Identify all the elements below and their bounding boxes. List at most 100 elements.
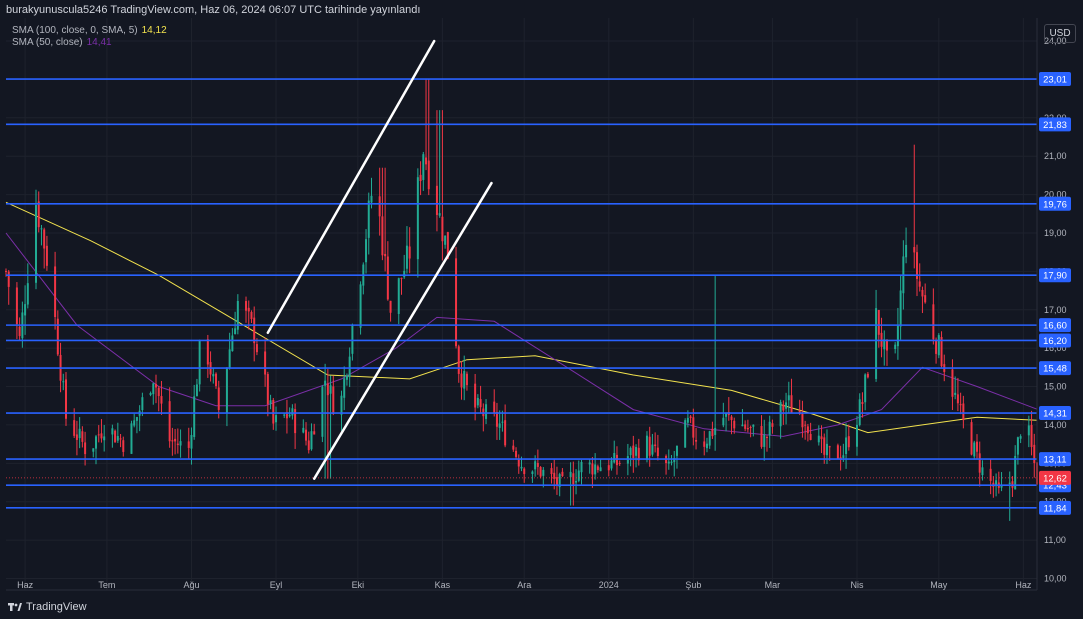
candle-body: [275, 415, 278, 423]
candle-body: [635, 447, 638, 456]
candle-body: [924, 295, 927, 303]
candle-body: [250, 311, 253, 320]
price-tick-label: 17,00: [1044, 305, 1067, 315]
candle-body: [217, 387, 220, 410]
candle-body: [479, 399, 482, 408]
price-tick-label: 11,00: [1044, 535, 1066, 545]
candle-body: [864, 374, 867, 403]
candle-body: [618, 463, 621, 465]
level-label: 17,90: [1043, 271, 1067, 282]
candle-body: [1016, 437, 1019, 455]
time-tick-label: Şub: [685, 580, 701, 590]
candle-body: [825, 443, 828, 456]
candle-body: [7, 271, 10, 287]
candle-body: [266, 374, 269, 405]
candle-body: [215, 373, 218, 387]
candle-body: [855, 424, 858, 447]
price-chart[interactable]: 10,0011,0012,0013,0014,0015,0016,0017,00…: [0, 0, 1083, 619]
candle-body: [553, 472, 556, 479]
candle-body: [81, 431, 84, 442]
candle-body: [975, 441, 978, 452]
time-tick-label: May: [930, 580, 948, 590]
candle-body: [179, 441, 182, 446]
candle-body: [695, 440, 698, 442]
candle-body: [351, 325, 354, 354]
level-label: 16,20: [1043, 336, 1067, 347]
candle-body: [730, 416, 733, 421]
candle-body: [212, 374, 215, 377]
candle-body: [580, 461, 583, 473]
candle-body: [15, 287, 18, 325]
candle-body: [40, 228, 43, 230]
candle-body: [307, 440, 310, 451]
candle-body: [765, 437, 768, 439]
candle-body: [389, 300, 392, 313]
candle-body: [771, 423, 774, 427]
candle-body: [894, 344, 897, 350]
candle-body: [828, 446, 831, 448]
candle-body: [463, 370, 466, 389]
candle-body: [152, 383, 155, 395]
candle-body: [425, 157, 428, 165]
candle-body: [913, 247, 916, 253]
candle-body: [291, 408, 294, 416]
candle-body: [847, 436, 850, 448]
candle-body: [561, 471, 564, 477]
candle-body: [935, 340, 938, 354]
candle-body: [1033, 444, 1036, 464]
candle-body: [591, 463, 594, 475]
candle-body: [569, 471, 572, 478]
candle-body: [531, 471, 534, 474]
candle-body: [329, 385, 332, 394]
candle-body: [632, 445, 635, 458]
candle-body: [809, 433, 812, 440]
candle-body: [648, 436, 651, 456]
candle-body: [326, 383, 329, 396]
candle-body: [455, 258, 458, 347]
candle-body: [686, 417, 689, 423]
currency-button[interactable]: USD: [1044, 24, 1076, 43]
level-label: 11,84: [1043, 503, 1066, 514]
candle-body: [575, 481, 578, 483]
candle-body: [168, 401, 171, 442]
time-tick-label: Eyl: [270, 580, 283, 590]
candle-body: [457, 346, 460, 374]
candle-body: [501, 421, 504, 423]
candle-body: [245, 301, 248, 311]
candle-body: [92, 448, 95, 452]
sma100-legend[interactable]: SMA (100, close, 0, SMA, 5) 14,12: [12, 25, 167, 36]
sma100-label: SMA (100, close, 0, SMA, 5): [12, 25, 138, 36]
candle-body: [427, 160, 430, 190]
candle-body: [896, 324, 899, 347]
candle-body: [155, 384, 158, 388]
candle-body: [269, 400, 272, 404]
tradingview-brand[interactable]: TradingView: [8, 601, 87, 613]
time-tick-label: Mar: [765, 580, 781, 590]
candle-body: [119, 438, 122, 440]
level-label: 16,60: [1043, 321, 1067, 332]
candle-body: [779, 402, 782, 427]
time-axis[interactable]: Haz Tem Ağu Eyl Eki Kas Ara 2024 Şub Mar Nis May Haz: [17, 580, 1032, 590]
candle-body: [35, 205, 38, 283]
candle-body: [615, 454, 618, 466]
candle-body: [384, 253, 387, 257]
candle-body: [610, 460, 613, 469]
candle-body: [760, 425, 763, 447]
candle-body: [733, 420, 736, 429]
price-tick-label: 21,00: [1044, 151, 1067, 161]
candle-body: [283, 414, 286, 416]
candle-body: [228, 349, 231, 368]
candle-body: [122, 440, 125, 452]
candle-body: [498, 423, 501, 428]
candle-body: [656, 447, 659, 457]
candle-body: [629, 447, 632, 456]
sma50-legend[interactable]: SMA (50, close) 14,41: [12, 37, 112, 48]
candle-body: [787, 395, 790, 401]
candle-body: [932, 304, 935, 340]
candle-body: [231, 335, 234, 352]
candle-body: [225, 368, 228, 413]
candle-body: [981, 467, 984, 476]
candle-body: [45, 245, 48, 266]
horizontal-levels[interactable]: [6, 78, 1037, 509]
candle-body: [956, 394, 959, 404]
